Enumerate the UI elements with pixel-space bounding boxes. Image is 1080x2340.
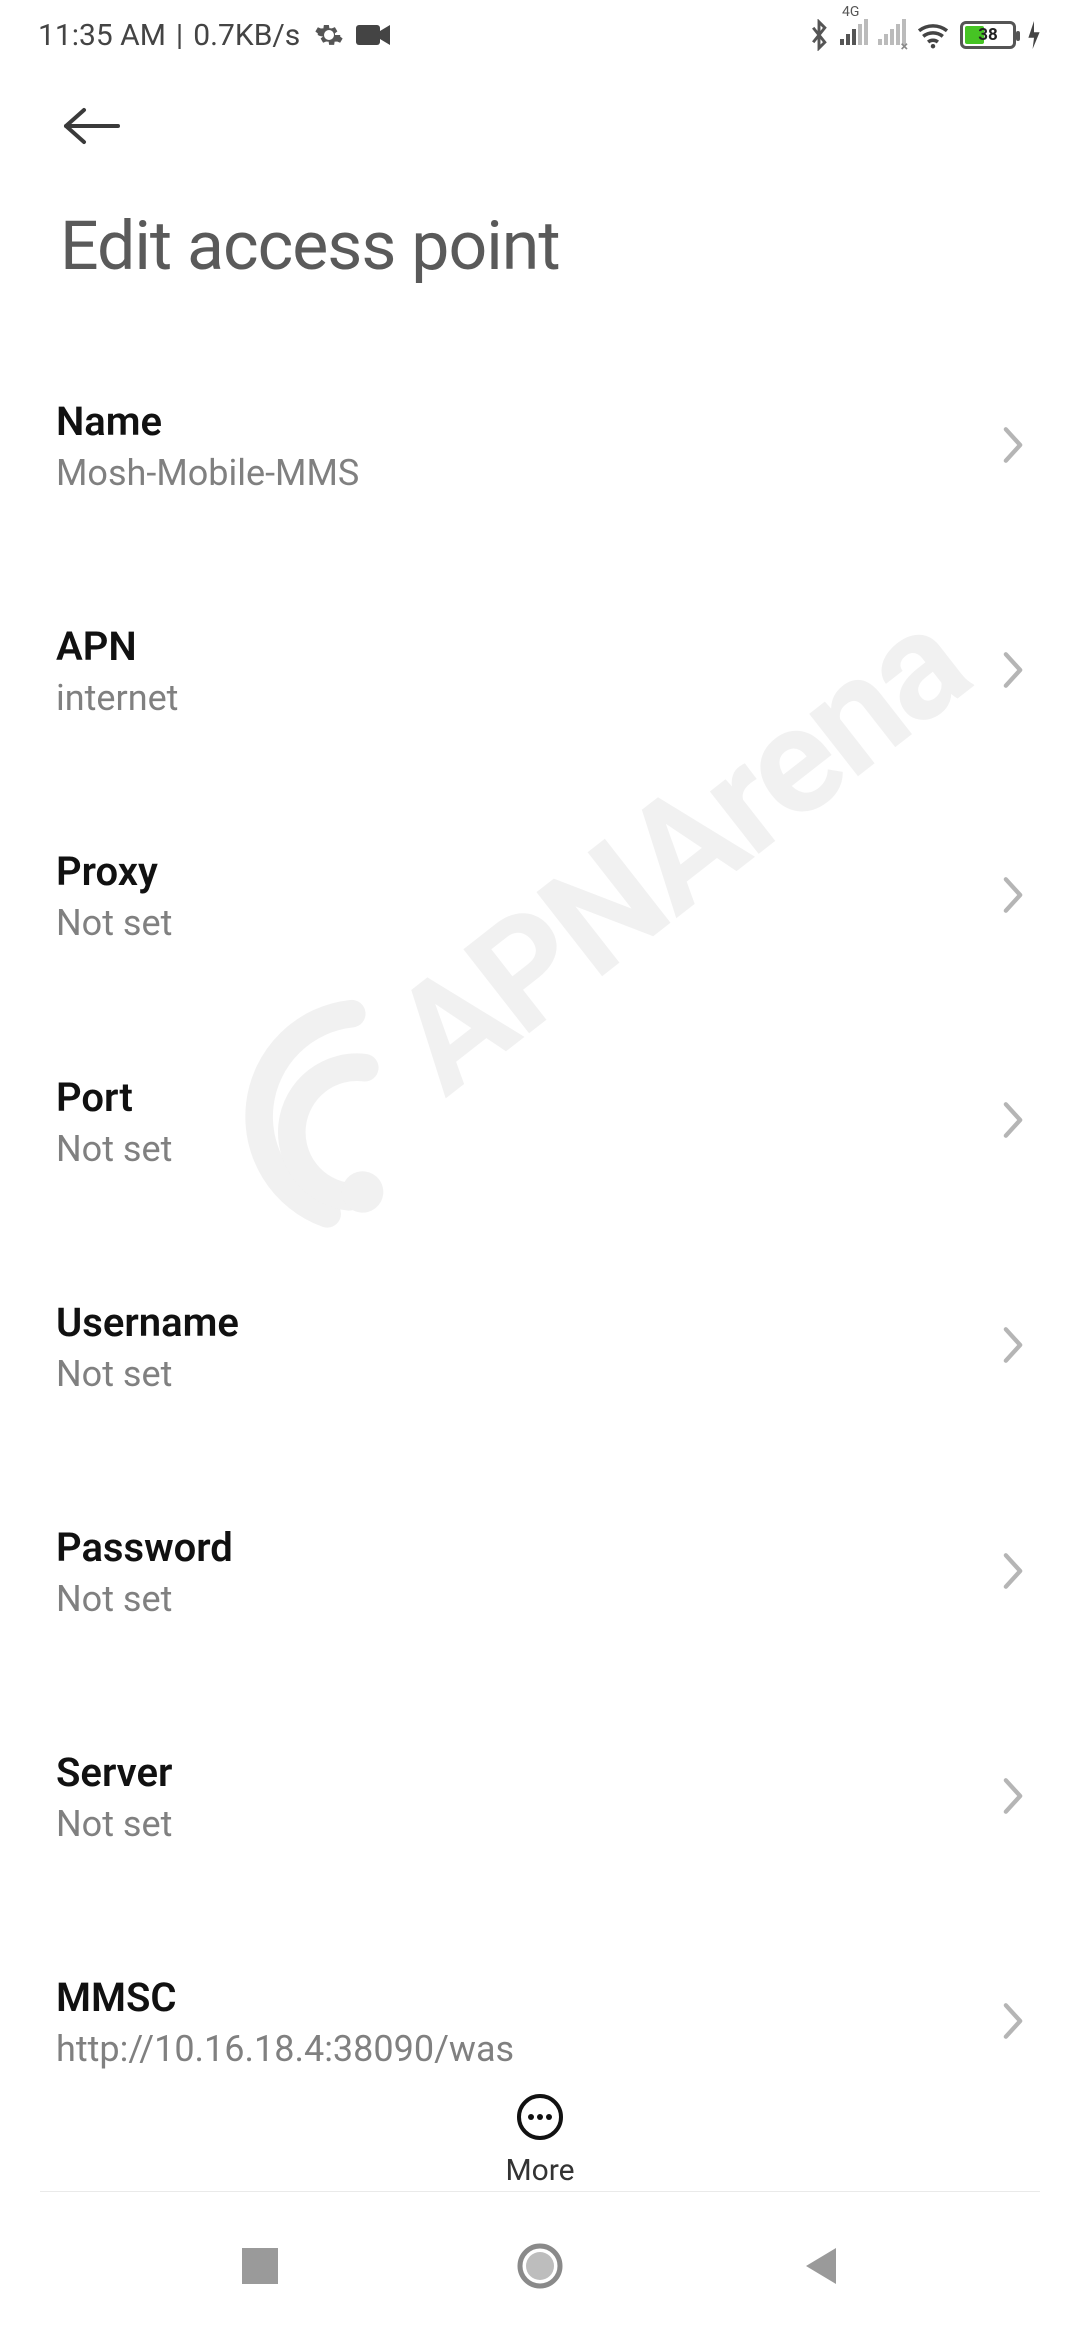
more-icon	[516, 2093, 564, 2141]
setting-row-port[interactable]: Port Not set	[0, 1042, 1080, 1203]
chevron-right-icon	[1000, 1325, 1026, 1369]
system-nav-bar	[0, 2192, 1080, 2340]
bluetooth-icon	[808, 19, 830, 51]
setting-label: APN	[56, 623, 980, 671]
status-bar: 11:35 AM | 0.7KB/s 4G × 38	[0, 0, 1080, 70]
setting-row-proxy[interactable]: Proxy Not set	[0, 816, 1080, 977]
signal-sim1: 4G	[840, 18, 868, 53]
gear-icon	[314, 20, 344, 50]
header: Edit access point	[0, 70, 1080, 296]
chevron-right-icon	[1000, 1100, 1026, 1144]
nav-recent-button[interactable]	[220, 2226, 300, 2306]
chevron-right-icon	[1000, 650, 1026, 694]
setting-value: Not set	[56, 1803, 980, 1846]
setting-row-server[interactable]: Server Not set	[0, 1717, 1080, 1878]
setting-label: Password	[56, 1524, 980, 1572]
nav-home-button[interactable]	[500, 2226, 580, 2306]
nav-back-button[interactable]	[780, 2226, 860, 2306]
status-data-rate: 0.7KB/s	[193, 18, 300, 53]
wifi-icon	[916, 21, 950, 49]
setting-label: Proxy	[56, 848, 980, 896]
chevron-right-icon	[1000, 2001, 1026, 2045]
setting-row-name[interactable]: Name Mosh-Mobile-MMS	[0, 366, 1080, 527]
more-label: More	[505, 2153, 574, 2188]
charging-icon	[1026, 21, 1042, 49]
battery-icon: 38	[960, 21, 1016, 49]
settings-list: Name Mosh-Mobile-MMS APN internet Proxy …	[0, 296, 1080, 2329]
arrow-left-icon	[60, 104, 124, 148]
camera-icon	[356, 23, 390, 47]
status-time: 11:35 AM	[38, 18, 166, 53]
status-separator: |	[176, 18, 183, 53]
more-button[interactable]: More	[505, 2093, 574, 2188]
setting-value: Not set	[56, 1353, 980, 1396]
square-icon	[242, 2248, 278, 2284]
circle-icon	[516, 2242, 564, 2290]
back-button[interactable]	[60, 86, 140, 166]
chevron-right-icon	[1000, 1551, 1026, 1595]
setting-label: MMSC	[56, 1974, 980, 2022]
setting-value: Not set	[56, 1128, 980, 1171]
triangle-left-icon	[802, 2246, 838, 2286]
setting-label: Port	[56, 1074, 980, 1122]
setting-label: Server	[56, 1749, 980, 1797]
chevron-right-icon	[1000, 875, 1026, 919]
chevron-right-icon	[1000, 425, 1026, 469]
setting-value: Mosh-Mobile-MMS	[56, 452, 980, 495]
setting-value: internet	[56, 677, 980, 720]
setting-value: http://10.16.18.4:38090/was	[56, 2028, 980, 2071]
setting-row-apn[interactable]: APN internet	[0, 591, 1080, 752]
setting-label: Username	[56, 1299, 980, 1347]
signal-sim2: ×	[878, 18, 906, 53]
setting-value: Not set	[56, 1578, 980, 1621]
setting-label: Name	[56, 398, 980, 446]
bottom-action-bar: More	[0, 2083, 1080, 2188]
chevron-right-icon	[1000, 1776, 1026, 1820]
setting-row-mmsc[interactable]: MMSC http://10.16.18.4:38090/was	[0, 1942, 1080, 2103]
setting-row-password[interactable]: Password Not set	[0, 1492, 1080, 1653]
setting-value: Not set	[56, 902, 980, 945]
setting-row-username[interactable]: Username Not set	[0, 1267, 1080, 1428]
page-title: Edit access point	[60, 206, 1042, 286]
